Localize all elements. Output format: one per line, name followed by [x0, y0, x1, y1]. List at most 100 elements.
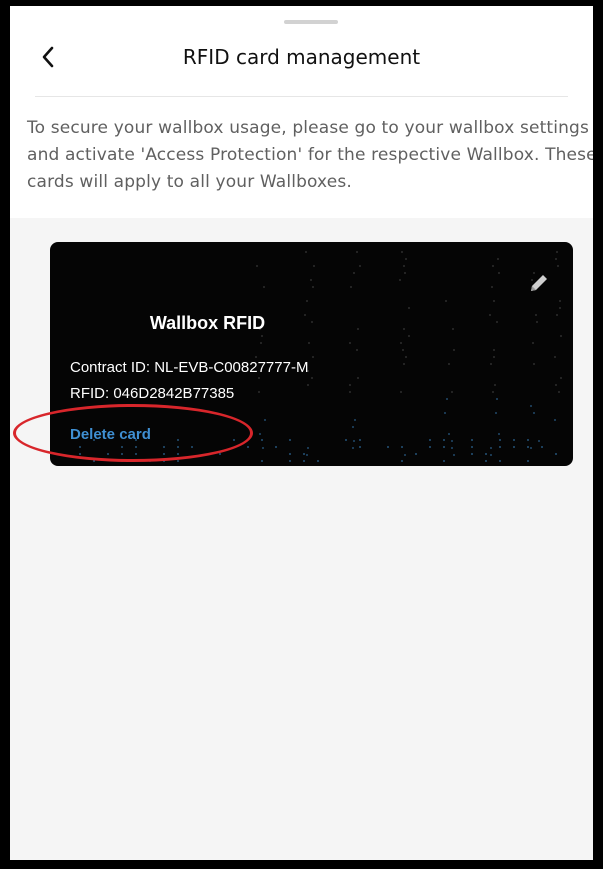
card-pattern-dot: [262, 447, 264, 449]
card-pattern-dot: [499, 439, 501, 441]
card-pattern-dot: [499, 460, 501, 462]
contract-id: Contract ID: NL-EVB-C00827777-M: [70, 359, 309, 376]
card-pattern-dot: [350, 286, 352, 288]
card-pattern-dot: [489, 314, 491, 316]
card-pattern-dot: [307, 447, 309, 449]
card-pattern-dot: [448, 363, 450, 365]
card-pattern-dot: [260, 342, 262, 344]
card-pattern-dot: [527, 446, 529, 448]
card-pattern-dot: [453, 454, 455, 456]
card-pattern-dot: [93, 460, 95, 462]
card-pattern-dot: [177, 446, 179, 448]
header-sheet: RFID card management To secure your wall…: [10, 6, 593, 218]
card-pattern-dot: [499, 446, 501, 448]
card-pattern-dot: [402, 349, 404, 351]
card-pattern-dot: [308, 342, 310, 344]
card-pattern-dot: [401, 446, 403, 448]
card-pattern-dot: [451, 447, 453, 449]
card-pattern-dot: [492, 265, 494, 267]
back-button[interactable]: [35, 42, 61, 72]
card-pattern-dot: [533, 412, 535, 414]
card-pattern-dot: [513, 439, 515, 441]
card-pattern-dot: [554, 419, 556, 421]
card-pattern-dot: [538, 440, 540, 442]
card-pattern-dot: [303, 453, 305, 455]
card-pattern-dot: [289, 439, 291, 441]
card-pattern-dot: [349, 384, 351, 386]
card-pattern-dot: [493, 300, 495, 302]
card-pattern-dot: [359, 265, 361, 267]
card-pattern-dot: [451, 440, 453, 442]
card-pattern-dot: [530, 405, 532, 407]
card-pattern-dot: [554, 356, 556, 358]
card-pattern-dot: [471, 439, 473, 441]
card-pattern-dot: [177, 439, 179, 441]
card-pattern-dot: [453, 349, 455, 351]
card-pattern-dot: [312, 356, 314, 358]
card-pattern-dot: [149, 460, 151, 462]
card-pattern-dot: [490, 454, 492, 456]
card-pattern-dot: [313, 265, 315, 267]
card-pattern-dot: [177, 460, 179, 462]
card-pattern-dot: [443, 439, 445, 441]
card-pattern-dot: [498, 433, 500, 435]
card-pattern-dot: [387, 446, 389, 448]
sheet-grabber-handle[interactable]: [284, 20, 338, 24]
card-pattern-dot: [556, 314, 558, 316]
card-pattern-dot: [163, 453, 165, 455]
card-pattern-dot: [443, 460, 445, 462]
card-pattern-dot: [79, 453, 81, 455]
card-pattern-dot: [491, 286, 493, 288]
card-pattern-dot: [121, 460, 123, 462]
chevron-left-icon: [42, 46, 54, 68]
card-pattern-dot: [429, 446, 431, 448]
card-pattern-dot: [404, 454, 406, 456]
card-pattern-dot: [403, 265, 405, 267]
card-pattern-dot: [307, 384, 309, 386]
card-pattern-dot: [177, 453, 179, 455]
card-pattern-dot: [496, 321, 498, 323]
card-pattern-dot: [359, 446, 361, 448]
card-pattern-dot: [495, 412, 497, 414]
delete-card-link[interactable]: Delete card: [70, 426, 151, 443]
card-pattern-dot: [261, 335, 263, 337]
edit-card-button[interactable]: [522, 266, 556, 300]
card-pattern-dot: [555, 258, 557, 260]
card-pattern-dot: [263, 286, 265, 288]
card-pattern-dot: [399, 279, 401, 281]
card-pattern-dot: [403, 363, 405, 365]
card-pattern-dot: [560, 335, 562, 337]
card-pattern-dot: [121, 446, 123, 448]
card-pattern-dot: [121, 453, 123, 455]
card-pattern-dot: [485, 460, 487, 462]
card-pattern-dot: [163, 446, 165, 448]
card-pattern-dot: [493, 356, 495, 358]
card-pattern-dot: [493, 349, 495, 351]
card-pattern-dot: [303, 460, 305, 462]
card-pattern-dot: [107, 453, 109, 455]
card-pattern-dot: [497, 258, 499, 260]
card-pattern-dot: [532, 342, 534, 344]
card-pattern-dot: [443, 446, 445, 448]
card-pattern-dot: [452, 328, 454, 330]
card-pattern-dot: [405, 258, 407, 260]
card-pattern-dot: [135, 446, 137, 448]
card-pattern-dot: [559, 307, 561, 309]
card-pattern-dot: [490, 447, 492, 449]
card-pattern-dot: [357, 377, 359, 379]
card-pattern-dot: [494, 384, 496, 386]
card-pattern-dot: [496, 398, 498, 400]
card-pattern-dot: [352, 447, 354, 449]
card-pattern-dot: [448, 433, 450, 435]
card-pattern-dot: [275, 446, 277, 448]
card-pattern-dot: [429, 439, 431, 441]
card-name: Wallbox RFID: [149, 313, 266, 333]
card-pattern-dot: [354, 419, 356, 421]
card-pattern-dot: [310, 279, 312, 281]
card-pattern-dot: [404, 272, 406, 274]
rfid-card: Wallbox RFID Contract ID: NL-EVB-C008277…: [50, 242, 573, 466]
card-pattern-dot: [485, 453, 487, 455]
card-pattern-dot: [408, 335, 410, 337]
card-pattern-dot: [556, 251, 558, 253]
card-pattern-dot: [306, 300, 308, 302]
